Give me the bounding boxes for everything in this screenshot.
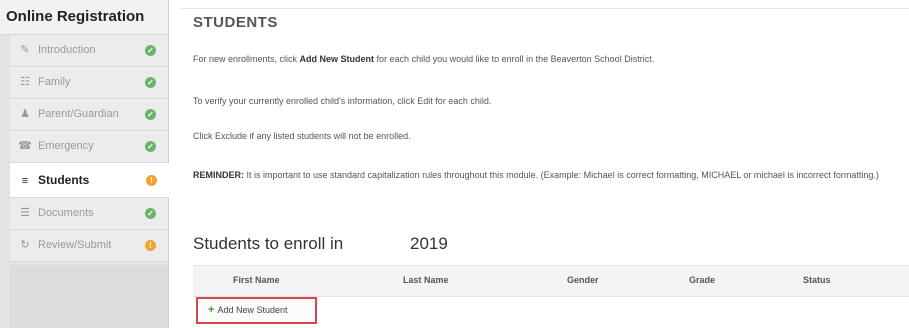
sidebar-item-documents[interactable]: ☰ Documents ✓ xyxy=(10,198,168,230)
complete-check-icon: ✓ xyxy=(145,208,156,219)
main-content: STUDENTS For new enrollments, click Add … xyxy=(180,0,909,328)
divider xyxy=(180,8,909,9)
add-new-student-button[interactable]: + Add New Student xyxy=(196,297,317,324)
sidebar-item-label: Family xyxy=(38,76,71,88)
refresh-icon: ↻ xyxy=(20,239,30,251)
reminder-body: It is important to use standard capitali… xyxy=(244,170,879,180)
phone-icon: ☎ xyxy=(18,140,32,152)
sidebar-nav: Online Registration ✎ Introduction ✓ ☷ Fam… xyxy=(0,0,169,328)
sidebar-item-introduction[interactable]: ✎ Introduction ✓ xyxy=(10,35,168,67)
sidebar-item-label: Parent/Guardian xyxy=(38,108,119,120)
instruction-bold: Add New Student xyxy=(299,54,375,64)
sidebar-item-family[interactable]: ☷ Family ✓ xyxy=(10,67,168,99)
sidebar-item-emergency[interactable]: ☎ Emergency ✓ xyxy=(10,131,168,163)
complete-check-icon: ✓ xyxy=(145,109,156,120)
pencil-icon: ✎ xyxy=(20,44,30,56)
graduation-cap-icon: ≡ xyxy=(21,175,29,187)
column-first-name: First Name xyxy=(233,275,280,285)
column-gender: Gender xyxy=(567,275,599,285)
sidebar-item-review-submit[interactable]: ↻ Review/Submit ! xyxy=(10,230,168,262)
sidebar-item-label: Emergency xyxy=(38,140,94,152)
family-icon: ☷ xyxy=(20,76,30,88)
sidebar-item-label: Documents xyxy=(38,207,94,219)
students-table-header: First Name Last Name Gender Grade Status xyxy=(193,265,909,297)
instruction-new-enrollments: For new enrollments, click Add New Stude… xyxy=(193,53,905,66)
sidebar-filler xyxy=(10,265,168,328)
complete-check-icon: ✓ xyxy=(145,77,156,88)
instruction-text: For new enrollments, click xyxy=(193,54,300,64)
warning-icon: ! xyxy=(145,240,156,251)
complete-check-icon: ✓ xyxy=(145,45,156,56)
column-status: Status xyxy=(803,275,831,285)
sidebar-item-students[interactable]: ≡ Students ! xyxy=(10,163,169,198)
warning-icon: ! xyxy=(146,175,157,186)
person-icon: ♟ xyxy=(20,108,30,120)
column-grade: Grade xyxy=(689,275,716,285)
instruction-text: for each child you would like to enroll … xyxy=(374,54,655,64)
complete-check-icon: ✓ xyxy=(145,141,156,152)
enroll-heading: Students to enroll in xyxy=(193,234,344,253)
page-title: STUDENTS xyxy=(193,14,278,31)
sidebar-title: Online Registration xyxy=(0,0,168,35)
instruction-verify: To verify your currently enrolled child'… xyxy=(193,96,492,106)
document-icon: ☰ xyxy=(20,207,30,219)
sidebar-item-label: Introduction xyxy=(38,44,96,56)
enroll-year: 2019 xyxy=(410,234,448,253)
plus-icon: + xyxy=(208,304,215,316)
sidebar-item-parent-guardian[interactable]: ♟ Parent/Guardian ✓ xyxy=(10,99,168,131)
add-new-student-label: Add New Student xyxy=(217,305,288,315)
instruction-exclude: Click Exclude if any listed students wil… xyxy=(193,131,411,141)
column-last-name: Last Name xyxy=(403,275,449,285)
sidebar-item-label: Students xyxy=(38,173,90,187)
reminder-text: REMINDER: It is important to use standar… xyxy=(193,169,905,182)
sidebar-item-label: Review/Submit xyxy=(38,239,112,251)
reminder-label: REMINDER: xyxy=(193,170,244,180)
